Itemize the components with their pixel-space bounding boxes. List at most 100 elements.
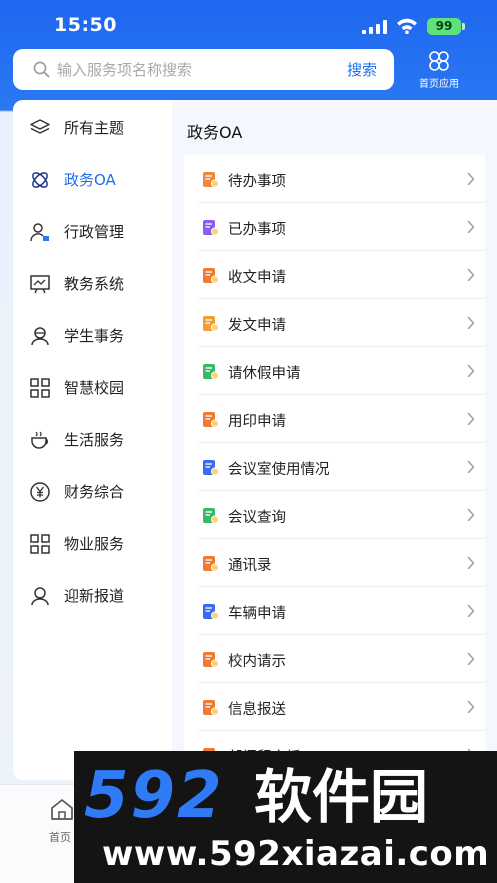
chevron-right-icon	[467, 604, 475, 618]
sidebar-item-academic[interactable]: 教务系统	[13, 258, 171, 310]
list-item[interactable]: 校内请示	[184, 635, 485, 683]
chevron-right-icon	[467, 316, 475, 330]
sidebar-item-label: 学生事务	[64, 327, 125, 345]
list-item[interactable]: 收文申请	[184, 251, 485, 299]
list-item[interactable]: 发文申请	[184, 299, 485, 347]
orbit-icon	[32, 172, 48, 188]
list-item-label: 会议室使用情况	[228, 462, 330, 478]
category-sidebar: 所有主题 政务OA 行政管理 教务系统 学生事务 智慧校园 生活服务 财务综合 …	[13, 100, 171, 780]
leave-icon	[203, 364, 219, 380]
search-bar: 搜索	[13, 49, 394, 90]
request-icon	[203, 652, 219, 668]
send-doc-icon	[203, 316, 219, 332]
layers-icon	[30, 119, 50, 134]
category-panel: 所有主题 政务OA 行政管理 教务系统 学生事务 智慧校园 生活服务 财务综合 …	[13, 100, 497, 780]
sidebar-item-all-topics[interactable]: 所有主题	[13, 102, 171, 154]
list-item[interactable]: 车辆申请	[184, 587, 485, 635]
search-input[interactable]	[57, 57, 337, 82]
wifi-icon	[397, 18, 417, 34]
student-icon	[31, 327, 49, 346]
report-icon	[203, 700, 219, 716]
list-item[interactable]: 会议室使用情况	[184, 443, 485, 491]
status-time: 15:50	[54, 14, 117, 36]
chevron-right-icon	[467, 268, 475, 282]
list-item[interactable]: 会议查询	[184, 491, 485, 539]
list-item-label: 发文申请	[228, 318, 286, 334]
home-icon	[51, 799, 73, 820]
sidebar-item-student[interactable]: 学生事务	[13, 310, 171, 362]
sidebar-item-label: 智慧校园	[64, 379, 125, 397]
list-item[interactable]: 通讯录	[184, 539, 485, 587]
list-item-label: 用印申请	[228, 414, 286, 430]
sidebar-item-property[interactable]: 物业服务	[13, 518, 171, 570]
sidebar-item-admin[interactable]: 行政管理	[13, 206, 171, 258]
cellular-signal-icon	[362, 20, 387, 34]
sidebar-item-label: 所有主题	[64, 119, 125, 137]
seal-icon	[203, 412, 219, 428]
tab-home-label: 首页	[49, 831, 71, 844]
list-item-label: 会议查询	[228, 510, 286, 526]
chevron-right-icon	[467, 412, 475, 426]
grid-apps-icon	[30, 534, 50, 554]
meeting-room-icon	[203, 460, 219, 476]
list-item-label: 信息报送	[228, 702, 286, 718]
home-apps-label: 首页应用	[419, 79, 459, 90]
cup-icon	[31, 431, 48, 449]
meeting-search-icon	[203, 508, 219, 524]
contacts-icon	[203, 556, 219, 572]
list-item-label: 通讯录	[228, 558, 272, 574]
home-apps-button[interactable]: 首页应用	[408, 50, 470, 92]
list-item-label: 请休假申请	[228, 366, 301, 382]
sidebar-item-label: 迎新报道	[64, 587, 125, 605]
receive-doc-icon	[203, 268, 219, 284]
chevron-right-icon	[467, 220, 475, 234]
done-icon	[203, 220, 219, 236]
chevron-right-icon	[467, 556, 475, 570]
grid-apps-icon	[30, 378, 50, 398]
status-bar: 15:50 99	[0, 0, 497, 48]
list-item-label: 车辆申请	[228, 606, 286, 622]
sidebar-item-freshman[interactable]: 迎新报道	[13, 570, 171, 622]
svg-text:592: 592	[84, 759, 224, 827]
battery-tip	[462, 23, 465, 30]
list-item[interactable]: 请休假申请	[184, 347, 485, 395]
list-item-label: 收文申请	[228, 270, 286, 286]
list-item[interactable]: 信息报送	[184, 683, 485, 731]
chevron-right-icon	[467, 460, 475, 474]
sidebar-item-label: 财务综合	[64, 483, 125, 501]
list-item-label: 校内请示	[228, 654, 286, 670]
search-button[interactable]: 搜索	[347, 59, 377, 80]
sidebar-item-label: 生活服务	[64, 431, 125, 449]
list-item[interactable]: 已办事项	[184, 203, 485, 251]
chevron-right-icon	[467, 508, 475, 522]
sidebar-item-label: 教务系统	[64, 275, 125, 293]
sidebar-item-label: 行政管理	[64, 223, 125, 241]
person-admin-icon	[30, 223, 49, 242]
car-icon	[203, 604, 219, 620]
list-item-label: 待办事项	[228, 174, 286, 190]
watermark-url: www.592xiazai.com	[102, 834, 490, 874]
content-area: 政务OA 待办事项 已办事项 收文申请 发文申请 请休假申请 用印申请 会议室使用情况 会议查…	[172, 100, 497, 780]
sidebar-item-life-service[interactable]: 生活服务	[13, 414, 171, 466]
watermark-logo: 592 软件园	[84, 759, 428, 827]
sidebar-item-gov-oa[interactable]: 政务OA	[13, 154, 171, 206]
svg-text:软件园: 软件园	[254, 763, 428, 827]
sidebar-item-label: 政务OA	[64, 171, 116, 189]
chevron-right-icon	[467, 700, 475, 714]
search-icon	[33, 61, 50, 78]
list-item-label: 已办事项	[228, 222, 286, 238]
person-icon	[31, 587, 49, 606]
teaching-board-icon	[30, 275, 50, 294]
chevron-right-icon	[467, 172, 475, 186]
todo-icon	[203, 172, 219, 188]
battery-level: 99	[427, 18, 461, 35]
chevron-right-icon	[467, 652, 475, 666]
watermark-banner: 592 软件园 www.592xiazai.com	[74, 751, 497, 883]
list-item[interactable]: 用印申请	[184, 395, 485, 443]
chevron-right-icon	[467, 364, 475, 378]
sidebar-item-label: 物业服务	[64, 535, 125, 553]
list-item[interactable]: 待办事项	[184, 155, 485, 203]
sidebar-item-smart-campus[interactable]: 智慧校园	[13, 362, 171, 414]
yen-circle-icon	[30, 482, 50, 502]
sidebar-item-finance[interactable]: 财务综合	[13, 466, 171, 518]
